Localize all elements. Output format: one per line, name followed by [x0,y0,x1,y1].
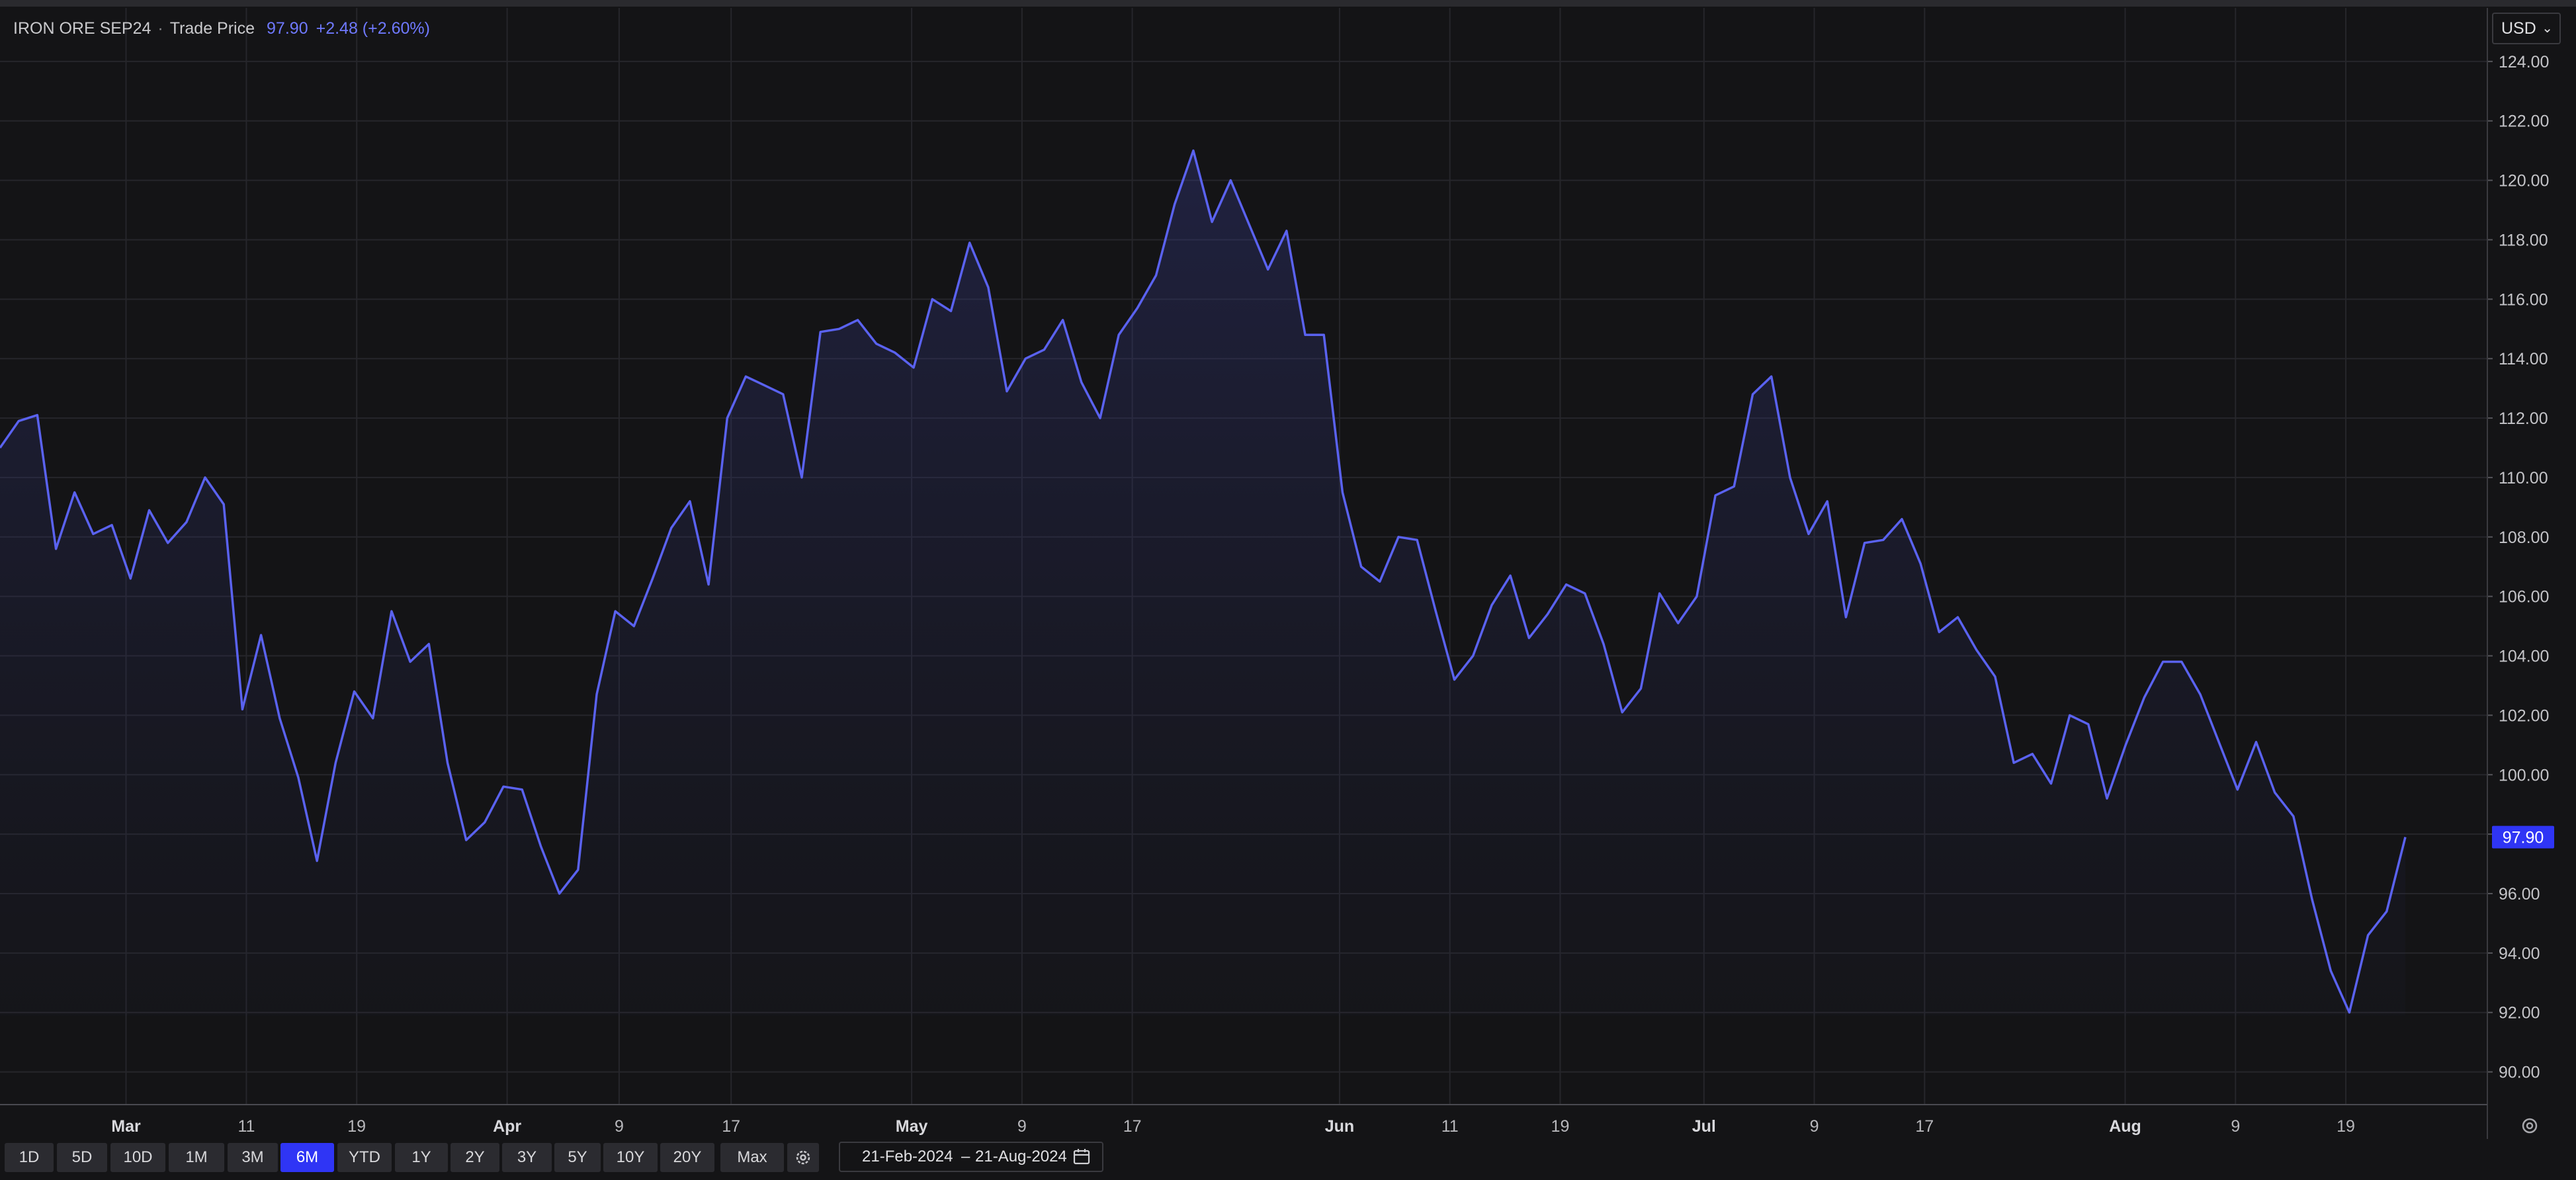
y-tick-label: 102.00 [2499,706,2549,725]
range-button-3y[interactable]: 3Y [502,1143,552,1172]
price-area [0,150,2405,1016]
range-button-5y[interactable]: 5Y [554,1143,601,1172]
legend-separator: · [157,19,163,38]
x-tick-label: 19 [2337,1117,2355,1136]
range-button-ytd[interactable]: YTD [337,1143,392,1172]
y-axis: 90.0092.0094.0096.0098.00100.00102.00104… [2487,8,2549,1139]
calendar-icon [1073,1149,1090,1165]
last-value: 97.90 [267,19,308,38]
range-button-6m[interactable]: 6M [280,1143,334,1172]
chart-legend: IRON ORE SEP24 · Trade Price 97.90 +2.48 (+2… [13,17,430,40]
x-tick-label: Jul [1692,1117,1716,1136]
gear-icon [2522,1118,2538,1134]
x-tick-label: 9 [615,1117,624,1136]
x-tick-label: 9 [1017,1117,1027,1136]
y-tick-label: 104.00 [2499,648,2549,666]
chevron-down-icon: ⌄ [2542,21,2553,36]
date-start: 21-Feb-2024 [862,1148,953,1165]
y-tick-label: 96.00 [2499,885,2540,904]
x-tick-label: Aug [2109,1117,2141,1136]
y-tick-label: 100.00 [2499,766,2549,784]
range-button-2y[interactable]: 2Y [451,1143,499,1172]
range-settings-button[interactable] [787,1143,819,1172]
y-tick-label: 94.00 [2499,945,2540,963]
x-tick-label: 17 [722,1117,740,1136]
range-button-10d[interactable]: 10D [110,1143,165,1172]
gear-icon [796,1150,810,1165]
y-tick-label: 106.00 [2499,588,2549,607]
range-button-10y[interactable]: 10Y [603,1143,658,1172]
x-tick-label: 19 [347,1117,366,1136]
x-axis: Mar 11 19 Apr 9 17 May 9 17 Jun 11 19 Jul 9 17 Aug 9 19 [0,1104,2487,1136]
range-button-1m[interactable]: 1M [169,1143,224,1172]
y-tick-label: 110.00 [2499,469,2548,487]
y-tick-label: 90.00 [2499,1064,2540,1082]
currency-value: USD [2501,19,2536,38]
currency-select[interactable]: USD ⌄ [2492,13,2561,44]
y-tick-label: 116.00 [2499,290,2548,309]
x-tick-label: May [896,1117,928,1136]
y-tick-label: 124.00 [2499,53,2549,71]
date-range-picker[interactable]: 21-Feb-2024 – 21-Aug-2024 [839,1142,1103,1172]
x-tick-label: 17 [1915,1117,1934,1136]
date-end: 21-Aug-2024 [975,1148,1067,1165]
series-label: Trade Price [169,19,255,38]
x-tick-label: 11 [1441,1117,1459,1136]
x-tick-label: 17 [1123,1117,1142,1136]
y-tick-label: 118.00 [2499,231,2548,249]
instrument-symbol: IRON ORE SEP24 [13,19,151,38]
x-tick-label: 9 [1810,1117,1819,1136]
last-price-tag-label: 97.90 [2503,829,2544,847]
y-tick-label: 92.00 [2499,1004,2540,1023]
chart-settings-button[interactable] [2514,1111,2546,1140]
range-button-1d[interactable]: 1D [5,1143,54,1172]
x-tick-label: Jun [1325,1117,1354,1136]
x-tick-label: 9 [2231,1117,2240,1136]
x-tick-label: 11 [237,1117,255,1136]
range-button-20y[interactable]: 20Y [660,1143,714,1172]
last-price-tag: 97.90 [2492,825,2554,849]
y-tick-label: 114.00 [2499,350,2548,368]
y-tick-label: 112.00 [2499,409,2548,428]
y-tick-label: 120.00 [2499,172,2549,190]
y-tick-label: 122.00 [2499,112,2549,131]
x-tick-label: 19 [1551,1117,1570,1136]
range-button-1y[interactable]: 1Y [395,1143,448,1172]
price-change: +2.48 (+2.60%) [316,19,430,38]
range-button-max[interactable]: Max [720,1143,784,1172]
price-chart[interactable]: 90.0092.0094.0096.0098.00100.00102.00104… [0,0,2576,1139]
y-tick-label: 108.00 [2499,528,2549,547]
x-tick-label: Mar [111,1117,141,1136]
range-button-5d[interactable]: 5D [57,1143,107,1172]
date-separator: – [961,1148,970,1165]
x-tick-label: Apr [493,1117,521,1136]
range-button-3m[interactable]: 3M [228,1143,278,1172]
